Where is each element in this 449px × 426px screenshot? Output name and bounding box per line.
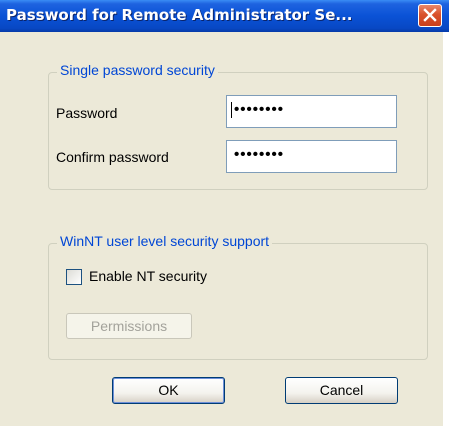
close-button[interactable] bbox=[418, 4, 442, 27]
winnt-security-group-label: WinNT user level security support bbox=[57, 233, 273, 249]
enable-nt-security-label[interactable]: Enable NT security bbox=[89, 268, 207, 284]
window-title: Password for Remote Administrator Se... bbox=[6, 6, 353, 24]
window-edge bbox=[443, 32, 449, 426]
single-password-group-label: Single password security bbox=[57, 62, 218, 78]
password-field[interactable]: •••••••• bbox=[226, 95, 397, 128]
permissions-button[interactable]: Permissions bbox=[66, 313, 192, 339]
cancel-button[interactable]: Cancel bbox=[285, 377, 398, 404]
enable-nt-security-checkbox[interactable] bbox=[66, 269, 82, 285]
password-label: Password bbox=[56, 105, 118, 121]
confirm-password-label: Confirm password bbox=[56, 149, 169, 165]
title-bar[interactable]: Password for Remote Administrator Se... bbox=[0, 0, 449, 32]
dialog-window: Password for Remote Administrator Se... … bbox=[0, 0, 449, 426]
password-value: •••••••• bbox=[234, 101, 285, 118]
confirm-password-field[interactable]: •••••••• bbox=[226, 140, 397, 173]
confirm-password-value: •••••••• bbox=[234, 146, 285, 163]
text-caret bbox=[231, 102, 232, 118]
winnt-security-group bbox=[48, 243, 428, 360]
ok-button[interactable]: OK bbox=[112, 377, 225, 404]
